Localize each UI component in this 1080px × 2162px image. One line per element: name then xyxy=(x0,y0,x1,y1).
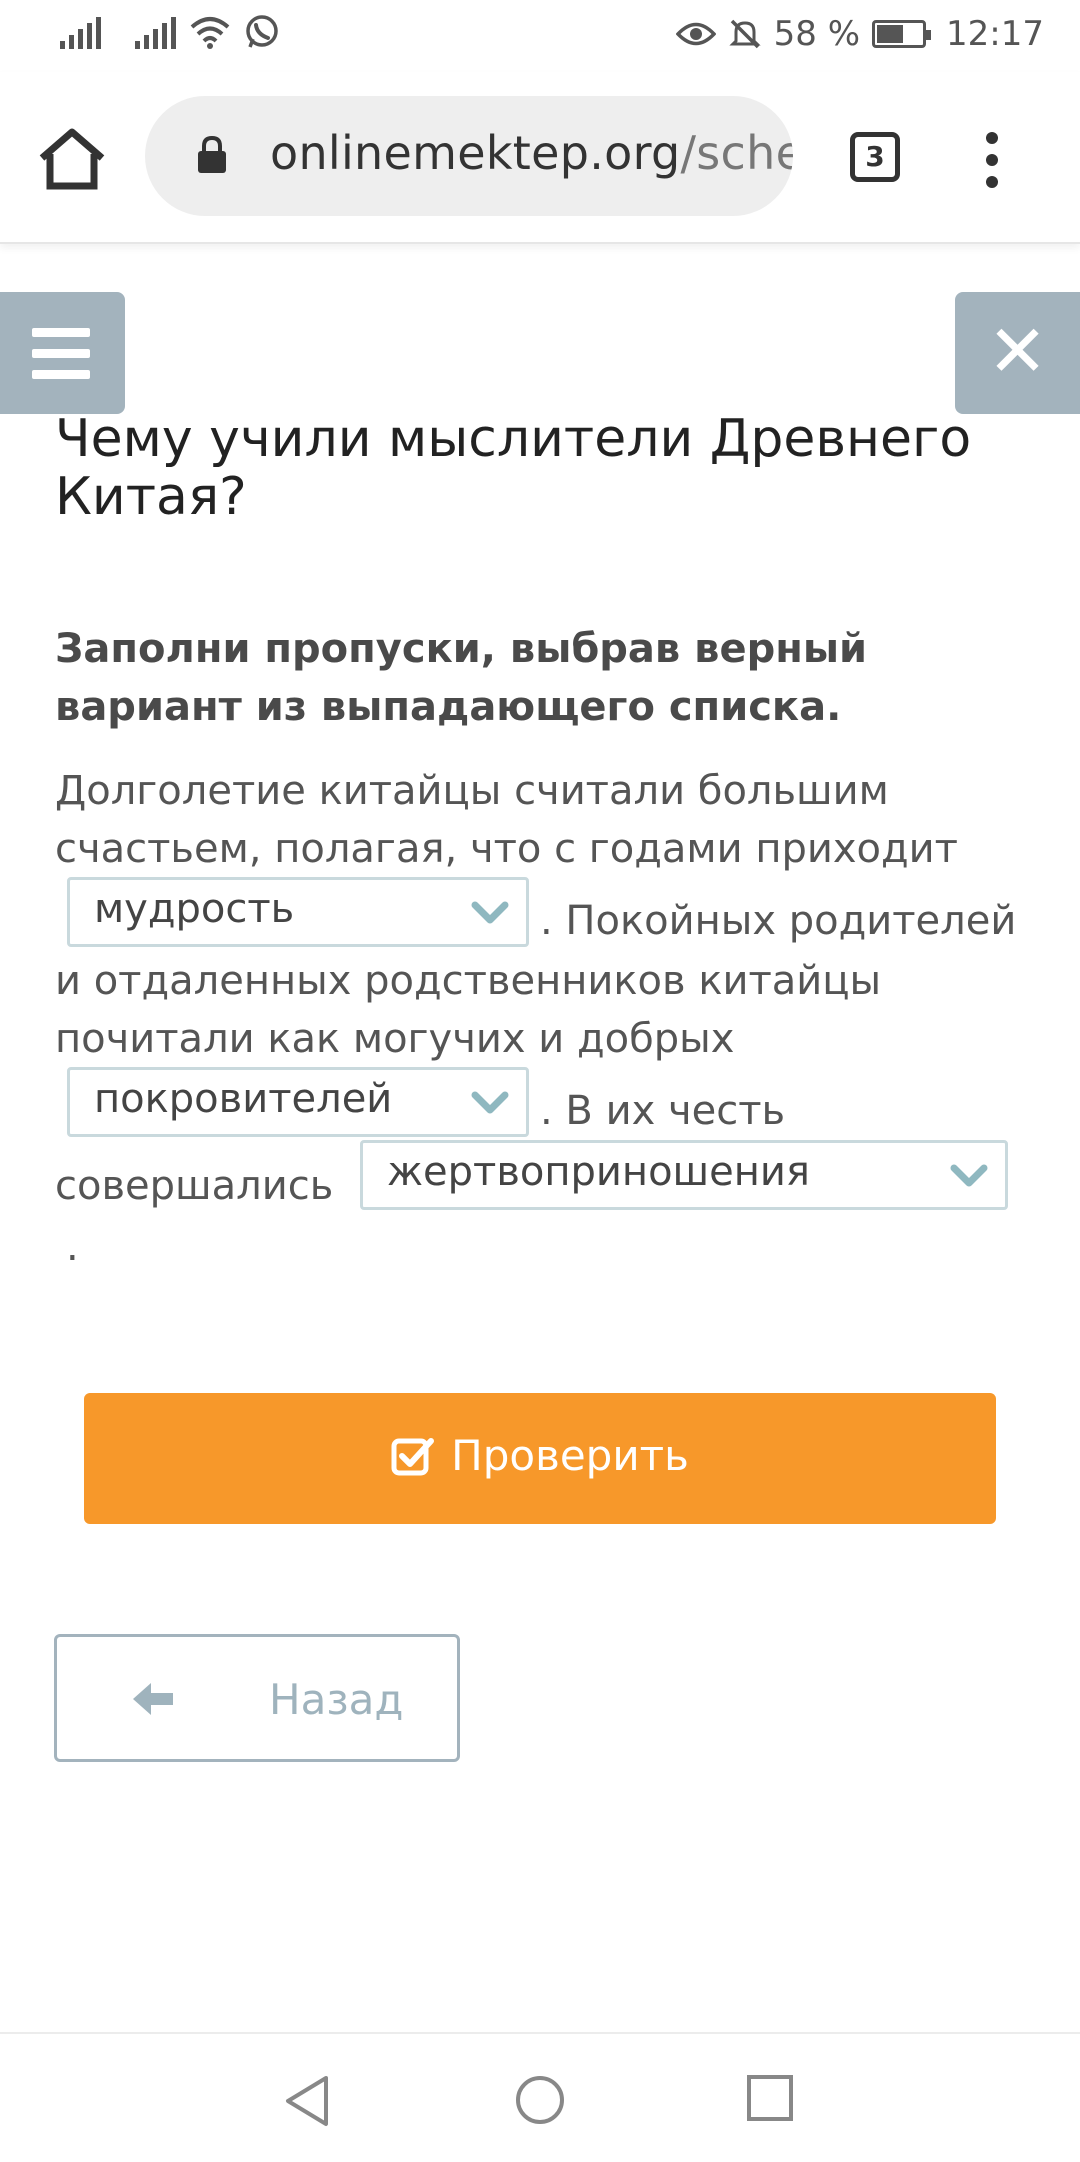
url-path: /sche xyxy=(680,126,793,180)
close-icon: ✕ xyxy=(987,309,1048,393)
chevron-down-icon xyxy=(950,1164,988,1187)
battery-percent: 58 % xyxy=(773,14,861,54)
task-text-line: почитали как могучих и добрых xyxy=(55,1016,735,1062)
nav-recent-icon[interactable] xyxy=(746,2074,794,2122)
tabs-count: 3 xyxy=(865,140,885,173)
back-button[interactable]: Назад xyxy=(54,1634,460,1762)
chevron-down-icon xyxy=(471,901,509,924)
answer-dropdown-3[interactable]: жертвоприношения xyxy=(360,1140,1008,1210)
eye-icon xyxy=(675,19,716,49)
tabs-button[interactable]: 3 xyxy=(850,132,900,182)
dropdown-value: покровителей xyxy=(94,1076,393,1122)
status-right-icons: 58 % 12:17 xyxy=(675,14,1044,54)
menu-button[interactable] xyxy=(0,292,125,414)
back-button-label: Назад xyxy=(269,1675,404,1724)
home-icon xyxy=(39,128,105,190)
wifi-icon xyxy=(190,15,230,49)
home-button[interactable] xyxy=(36,126,108,192)
status-left-icons xyxy=(60,14,280,50)
task-instruction: Заполни пропуски, выбрав верный вариант … xyxy=(55,626,868,730)
check-button-label: Проверить xyxy=(451,1431,689,1480)
chevron-down-icon xyxy=(471,1091,509,1114)
task-text-end: . xyxy=(66,1224,79,1270)
task-text-line: . Покойных родителей xyxy=(540,898,1017,944)
battery-fill xyxy=(877,25,904,43)
task-text-line: . В их честь xyxy=(540,1088,786,1134)
bell-off-icon xyxy=(728,17,762,51)
task-text-line: Долголетие китайцы считали большим xyxy=(55,768,889,814)
signal-icon xyxy=(135,15,176,49)
address-bar[interactable]: onlinemektep.org/sche xyxy=(145,96,793,216)
signal-icon xyxy=(60,15,101,49)
url-text: onlinemektep.org/sche xyxy=(270,126,793,180)
clock: 12:17 xyxy=(946,14,1044,54)
close-button[interactable]: ✕ xyxy=(955,292,1080,414)
task-text-line: счастьем, полагая, что с годами приходит xyxy=(55,826,958,872)
page-title: Чему учили мыслители Древнего Китая? xyxy=(55,409,972,527)
answer-dropdown-2[interactable]: покровителей xyxy=(67,1067,529,1137)
lock-icon xyxy=(198,136,226,173)
browser-toolbar: onlinemektep.org/sche 3 xyxy=(0,72,1080,244)
system-nav-bar xyxy=(0,2032,1080,2162)
battery-icon xyxy=(872,20,932,48)
answer-dropdown-1[interactable]: мудрость xyxy=(67,877,529,947)
nav-home-icon[interactable] xyxy=(514,2074,566,2126)
dropdown-value: мудрость xyxy=(94,886,295,932)
task-text-line: совершались xyxy=(55,1163,334,1209)
task-text-line: и отдаленных родственников китайцы xyxy=(55,958,882,1004)
url-domain: onlinemektep.org xyxy=(270,126,681,180)
checkbox-icon xyxy=(391,1437,435,1475)
status-bar: 58 % 12:17 xyxy=(0,0,1080,72)
whatsapp-icon xyxy=(244,14,280,50)
arrow-left-icon xyxy=(133,1683,173,1715)
nav-back-icon[interactable] xyxy=(282,2074,332,2128)
more-vert-icon[interactable] xyxy=(985,132,999,188)
dropdown-value: жертвоприношения xyxy=(387,1149,810,1195)
check-button[interactable]: Проверить xyxy=(84,1393,996,1524)
